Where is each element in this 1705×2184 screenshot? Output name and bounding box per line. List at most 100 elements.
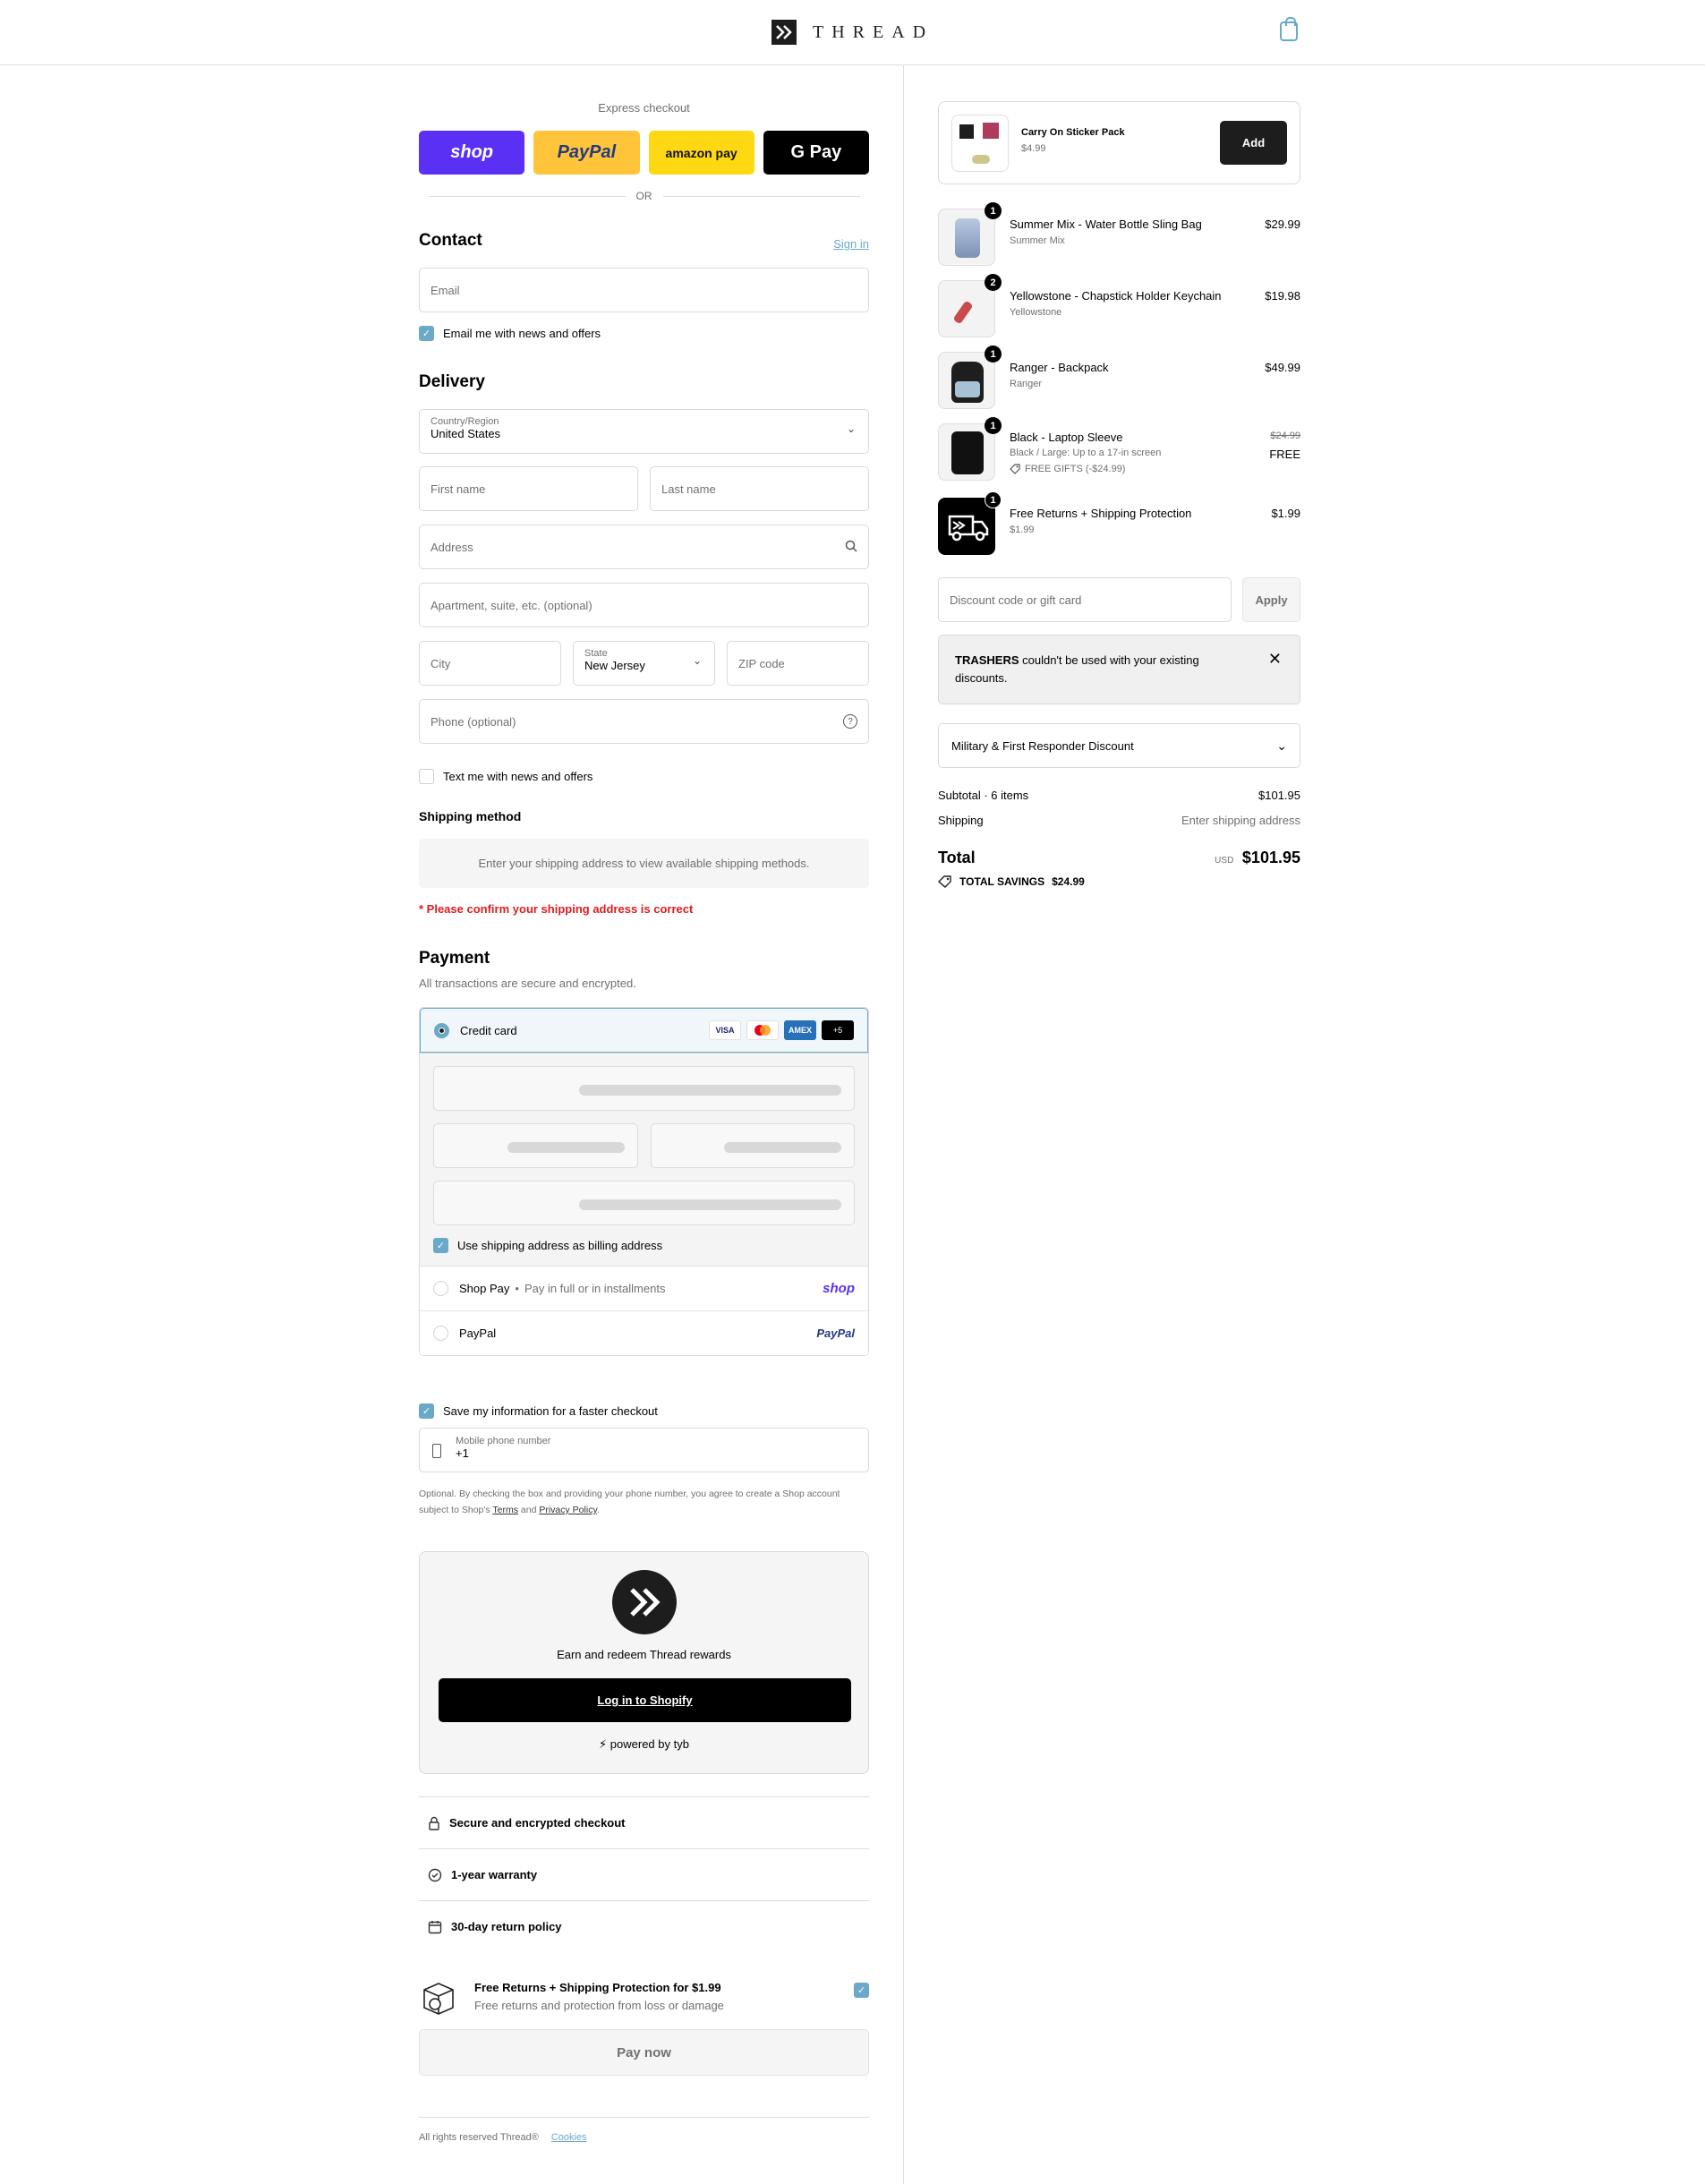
savings-label: TOTAL SAVINGS xyxy=(959,875,1045,888)
first-name-field[interactable]: First name xyxy=(419,466,638,511)
sign-in-link[interactable]: Sign in xyxy=(833,237,869,251)
expiry-field[interactable] xyxy=(433,1123,638,1168)
country-select[interactable]: Country/Region United States ⌄ xyxy=(419,409,869,454)
checkbox-checked-icon[interactable]: ✓ xyxy=(433,1238,448,1253)
keychain-image xyxy=(952,300,974,325)
line-item: 1 Summer Mix - Water Bottle Sling Bag Su… xyxy=(938,202,1300,266)
item-thumbnail: 2 xyxy=(938,274,1002,337)
email-news-checkbox[interactable]: ✓ Email me with news and offers xyxy=(419,326,601,341)
checkbox-checked-icon[interactable]: ✓ xyxy=(419,326,434,341)
chevron-down-icon: ⌄ xyxy=(692,654,702,667)
column-divider xyxy=(903,65,904,2184)
total-row: Total USD $101.95 xyxy=(938,849,1300,867)
text-news-checkbox[interactable]: Text me with news and offers xyxy=(419,769,592,784)
state-label: State xyxy=(584,648,608,659)
radio-unselected-icon[interactable] xyxy=(433,1326,448,1341)
mobile-phone-field[interactable]: Mobile phone number +1 xyxy=(419,1428,869,1472)
more-cards-badge: +5 xyxy=(822,1020,854,1040)
paypal-logo: PayPal xyxy=(816,1327,855,1340)
terms-link[interactable]: Terms xyxy=(492,1505,518,1515)
radio-selected-icon[interactable] xyxy=(434,1022,449,1038)
checkbox-unchecked-icon[interactable] xyxy=(419,769,434,784)
check-circle-icon xyxy=(428,1868,442,1881)
trust-warranty: 1-year warranty xyxy=(419,1848,869,1900)
paypal-label: PayPal xyxy=(459,1327,497,1340)
apply-discount-button[interactable]: Apply xyxy=(1242,577,1300,622)
save-info-checkbox[interactable]: ✓ Save my information for a faster check… xyxy=(419,1403,658,1419)
google-pay-button[interactable]: G Pay xyxy=(763,131,869,175)
paypal-option[interactable]: PayPal PayPal xyxy=(420,1310,868,1355)
card-brands: VISA AMEX +5 xyxy=(709,1020,854,1040)
email-field[interactable]: Email xyxy=(419,268,869,312)
apartment-field[interactable]: Apartment, suite, etc. (optional) xyxy=(419,583,869,627)
brand-logo[interactable]: THREAD xyxy=(772,20,933,45)
cart-bag-icon[interactable] xyxy=(1280,17,1298,41)
phone-field[interactable]: Phone (optional) ? xyxy=(419,699,869,744)
checkbox-checked-icon[interactable]: ✓ xyxy=(419,1403,434,1419)
item-price: $29.99 xyxy=(1265,218,1300,231)
paypal-button[interactable]: PayPal xyxy=(533,131,640,175)
discount-input[interactable]: Discount code or gift card xyxy=(938,577,1232,622)
privacy-link[interactable]: Privacy Policy xyxy=(539,1505,597,1515)
upsell-add-button[interactable]: Add xyxy=(1220,121,1287,165)
item-old-price: $24.99 xyxy=(1270,431,1300,441)
shipping-warning: * Please confirm your shipping address i… xyxy=(419,902,694,916)
sticker-pink-icon xyxy=(983,123,999,139)
state-select[interactable]: State New Jersey ⌄ xyxy=(573,641,715,686)
city-field[interactable]: City xyxy=(419,641,561,686)
subtotal-value: $101.95 xyxy=(1258,789,1300,802)
credit-card-option[interactable]: Credit card VISA AMEX +5 xyxy=(420,1008,868,1053)
sticker-logo-icon xyxy=(959,124,974,139)
military-discount-accordion[interactable]: Military & First Responder Discount ⌄ xyxy=(938,723,1300,768)
total-savings: TOTAL SAVINGS $24.99 xyxy=(938,875,1085,888)
save-info-label: Save my information for a faster checkou… xyxy=(443,1404,658,1418)
total-label: Total xyxy=(938,849,976,866)
address-field[interactable]: Address xyxy=(419,525,869,569)
shop-pay-sub: Pay in full or in installments xyxy=(524,1282,666,1295)
legal-and: and xyxy=(520,1505,537,1515)
quantity-badge: 1 xyxy=(985,346,1002,363)
backpack-pocket-image xyxy=(955,381,980,397)
shop-pay-option[interactable]: Shop Pay • Pay in full or in installment… xyxy=(420,1266,868,1310)
amex-icon: AMEX xyxy=(784,1020,816,1040)
line-item: 1 Free Returns + Shipping Protection $1.… xyxy=(938,491,1300,555)
item-name: Ranger - Backpack xyxy=(1010,361,1109,374)
item-price: $1.99 xyxy=(1271,507,1300,520)
last-name-field[interactable]: Last name xyxy=(650,466,869,511)
express-buttons: shop PayPal amazon pay G Pay xyxy=(419,131,869,175)
quantity-badge: 1 xyxy=(985,417,1002,434)
trust-returns: 30-day return policy xyxy=(419,1900,869,1952)
upsell-price: $4.99 xyxy=(1021,143,1046,154)
item-thumbnail: 1 xyxy=(938,417,1002,481)
amazon-pay-button[interactable]: amazon pay xyxy=(648,131,754,175)
cookies-link[interactable]: Cookies xyxy=(551,2132,587,2143)
currency-code: USD xyxy=(1215,856,1234,866)
card-number-field[interactable] xyxy=(433,1066,855,1111)
legal-period: . xyxy=(596,1505,600,1515)
state-value: New Jersey xyxy=(584,659,645,672)
radio-unselected-icon[interactable] xyxy=(433,1281,448,1296)
zip-field[interactable]: ZIP code xyxy=(727,641,869,686)
item-price: $19.98 xyxy=(1265,289,1300,303)
help-icon[interactable]: ? xyxy=(843,714,857,729)
shop-pay-button[interactable]: shop xyxy=(419,131,525,175)
shop-legal-text: Optional. By checking the box and provid… xyxy=(419,1486,869,1518)
name-on-card-field[interactable] xyxy=(433,1181,855,1225)
trust-returns-label: 30-day return policy xyxy=(451,1920,562,1933)
pay-now-button[interactable]: Pay now xyxy=(419,2029,869,2076)
protection-option[interactable]: Free Returns + Shipping Protection for $… xyxy=(419,1979,869,2017)
billing-checkbox[interactable]: ✓ Use shipping address as billing addres… xyxy=(433,1238,855,1253)
shopify-login-button[interactable]: Log in to Shopify xyxy=(439,1678,851,1722)
text-news-label: Text me with news and offers xyxy=(443,770,593,783)
quantity-badge: 1 xyxy=(985,202,1002,219)
close-icon[interactable]: ✕ xyxy=(1268,650,1282,668)
item-discount: FREE GIFTS (-$24.99) xyxy=(1010,464,1125,474)
accordion-label: Military & First Responder Discount xyxy=(951,738,1134,753)
security-code-field[interactable] xyxy=(650,1123,855,1168)
protection-checkbox-icon[interactable]: ✓ xyxy=(854,1983,869,1998)
mobile-phone-value: +1 xyxy=(456,1446,469,1460)
total-value-wrap: USD $101.95 xyxy=(1215,849,1300,867)
item-name: Summer Mix - Water Bottle Sling Bag xyxy=(1010,218,1202,231)
email-news-label: Email me with news and offers xyxy=(443,327,601,340)
line-item: 2 Yellowstone - Chapstick Holder Keychai… xyxy=(938,274,1300,337)
